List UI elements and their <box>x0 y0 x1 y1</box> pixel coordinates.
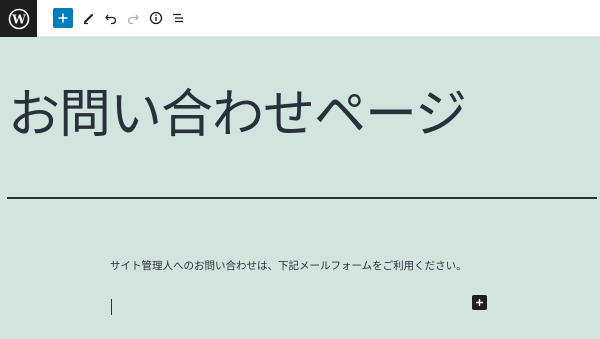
editor-toolbar: W <box>0 0 600 37</box>
page-title[interactable]: お問い合わせページ <box>8 80 467 150</box>
info-icon <box>149 11 163 25</box>
add-block-button-inline[interactable] <box>472 295 487 310</box>
plus-icon <box>58 13 68 23</box>
details-button[interactable] <box>146 8 166 28</box>
redo-button[interactable] <box>123 8 143 28</box>
wordpress-logo[interactable]: W <box>0 0 37 37</box>
paragraph-block[interactable]: サイト管理人へのお問い合わせは、下記メールフォームをご利用ください。 <box>110 258 467 273</box>
svg-text:W: W <box>11 12 26 26</box>
undo-icon <box>105 14 117 25</box>
list-view-icon <box>173 13 183 23</box>
add-block-button[interactable] <box>53 8 73 28</box>
list-view-button[interactable] <box>168 8 188 28</box>
tools-button[interactable] <box>79 8 99 28</box>
text-cursor <box>111 299 112 315</box>
redo-icon <box>127 14 139 25</box>
plus-icon <box>476 299 483 306</box>
editor-canvas[interactable]: お問い合わせページ サイト管理人へのお問い合わせは、下記メールフォームをご利用く… <box>0 37 600 339</box>
separator-block[interactable] <box>7 197 597 199</box>
pencil-icon <box>84 14 93 25</box>
undo-button[interactable] <box>101 8 121 28</box>
wordpress-icon: W <box>8 8 29 29</box>
